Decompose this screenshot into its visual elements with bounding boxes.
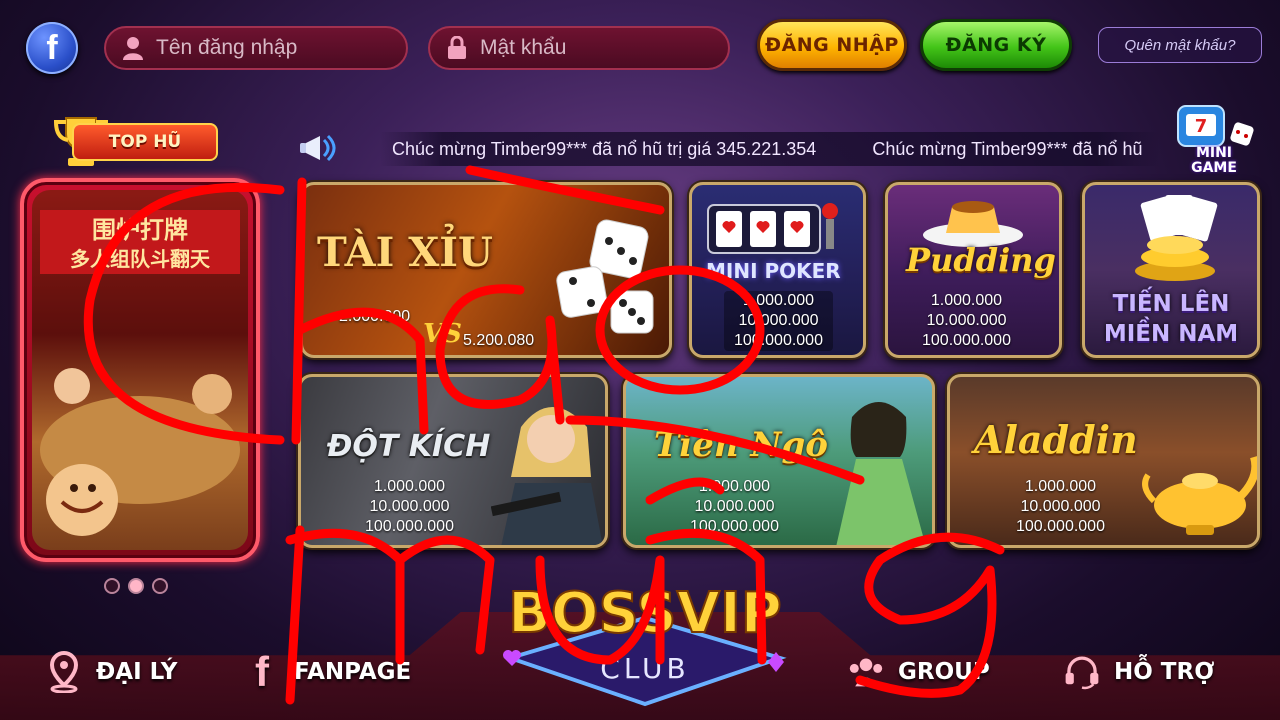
jackpot-ticker: Chúc mừng Timber99*** đã nổ hũ trị giá 3… [380, 132, 1160, 166]
nav-support[interactable]: HỖ TRỢ [1064, 652, 1214, 692]
mini-game-label: GAME [1191, 160, 1237, 176]
ticker-message: Chúc mừng Timber99*** đã nổ hũ [872, 138, 1143, 159]
game-title: MIỀN NAM [1103, 321, 1239, 347]
jackpot-value: 10.000.000 [694, 498, 775, 515]
nav-group[interactable]: GROUP [848, 652, 990, 692]
jackpot-value: 2.000.000 [339, 308, 411, 325]
jackpot-value: 10.000.000 [1020, 498, 1101, 515]
nav-fanpage-label: FANPAGE [294, 659, 412, 685]
password-input[interactable] [480, 36, 700, 60]
game-tile-minipoker[interactable]: MINI POKER 1.000.000 10.000.000 100.000.… [689, 182, 866, 358]
megaphone-icon [298, 130, 342, 168]
jackpot-value: 10.000.000 [926, 312, 1007, 329]
carousel-dot[interactable] [152, 578, 168, 594]
carousel-dots [104, 578, 168, 594]
jackpot-value: 1.000.000 [930, 292, 1003, 309]
jackpot-value: 100.000.000 [690, 518, 779, 535]
bossvip-logo: BOSSVIP CLUB [480, 578, 810, 708]
ticker-message: Chúc mừng Timber99*** đã nổ hũ trị giá 3… [392, 138, 817, 159]
facebook-login-button[interactable]: f [26, 22, 78, 74]
game-title: Tiên Ngộ [654, 425, 828, 465]
mini-game-button[interactable]: 7 MINI GAME [1166, 102, 1262, 182]
game-title: Pudding [906, 241, 1056, 279]
carousel-dot-active[interactable] [128, 578, 144, 594]
magic-lamp-icon [1142, 456, 1257, 535]
cards-coins-icon [1135, 195, 1218, 281]
game-tile-tienngoi[interactable]: Tiên Ngộ 1.000.000 10.000.000 100.000.00… [623, 374, 935, 548]
top-jackpot-banner: 围炉打牌 多人组队斗翻天 [32, 190, 248, 550]
carousel-dot[interactable] [104, 578, 120, 594]
facebook-icon: f [255, 648, 269, 695]
jackpot-value: 100.000.000 [1016, 518, 1105, 535]
password-field[interactable] [428, 26, 730, 70]
jackpot-value: 1.000.000 [373, 478, 446, 495]
game-title: MINI POKER [706, 259, 841, 283]
slot-cards-icon [707, 203, 838, 254]
register-button[interactable]: ĐĂNG KÝ [920, 19, 1072, 71]
game-tile-tienlen[interactable]: TIẾN LÊN MIỀN NAM [1082, 182, 1260, 358]
nav-agent[interactable]: ĐẠI LÝ [46, 651, 178, 693]
nav-group-label: GROUP [898, 659, 990, 685]
game-title: TIẾN LÊN [1112, 291, 1230, 317]
jackpot-value: 100.000.000 [734, 332, 823, 349]
game-tile-dotkich[interactable]: ĐỘT KÍCH 1.000.000 10.000.000 100.000.00… [298, 374, 608, 548]
headset-icon [1064, 652, 1100, 692]
top-jackpot-panel[interactable]: 围炉打牌 多人组队斗翻天 [20, 178, 260, 562]
jackpot-value: 1.000.000 [1024, 478, 1097, 495]
game-tile-aladdin[interactable]: Aladdin 1.000.000 10.000.000 100.000.000 [947, 374, 1260, 548]
dice-icon [556, 219, 654, 334]
jackpot-value: 1.000.000 [742, 292, 815, 309]
username-input[interactable] [156, 36, 376, 60]
user-icon [120, 35, 146, 61]
logo-subtext: CLUB [600, 652, 689, 685]
jackpot-value: 10.000.000 [738, 312, 819, 329]
top-jackpot-title: TOP HŨ [72, 122, 218, 162]
jackpot-value: 100.000.000 [922, 332, 1011, 349]
game-title: ĐỘT KÍCH [327, 429, 491, 464]
svg-text:7: 7 [1195, 116, 1208, 137]
login-button[interactable]: ĐĂNG NHẬP [757, 19, 907, 71]
nav-fanpage[interactable]: f FANPAGE [244, 648, 412, 695]
fairy-character [836, 402, 926, 545]
jackpot-value: 5.200.080 [463, 332, 535, 349]
svg-text:多人组队斗翻天: 多人组队斗翻天 [70, 247, 211, 271]
lock-icon [444, 35, 470, 61]
facebook-icon: f [46, 28, 58, 67]
jackpot-value: 10.000.000 [369, 498, 450, 515]
vs-label: VS [423, 319, 462, 349]
nav-agent-label: ĐẠI LÝ [96, 659, 178, 685]
logo-text: BOSSVIP [508, 581, 782, 646]
username-field[interactable] [104, 26, 408, 70]
group-icon [848, 652, 884, 692]
nav-support-label: HỖ TRỢ [1114, 659, 1215, 685]
jackpot-value: 1.000.000 [698, 478, 771, 495]
game-title: TÀI XỈU [317, 229, 493, 276]
jackpot-value: 100.000.000 [365, 518, 454, 535]
forgot-password-link[interactable]: Quên mật khẩu? [1098, 27, 1262, 63]
game-tile-pudding[interactable]: Pudding 1.000.000 10.000.000 100.000.000 [885, 182, 1062, 358]
mini-game-label: MINI [1195, 145, 1233, 161]
game-title: Aladdin [974, 417, 1138, 462]
game-tile-taixiu[interactable]: TÀI XỈU 2.000.000 VS 5.200.080 [300, 182, 672, 358]
svg-text:围炉打牌: 围炉打牌 [92, 216, 188, 244]
location-pin-icon [46, 651, 82, 693]
soldier-character [491, 407, 603, 545]
